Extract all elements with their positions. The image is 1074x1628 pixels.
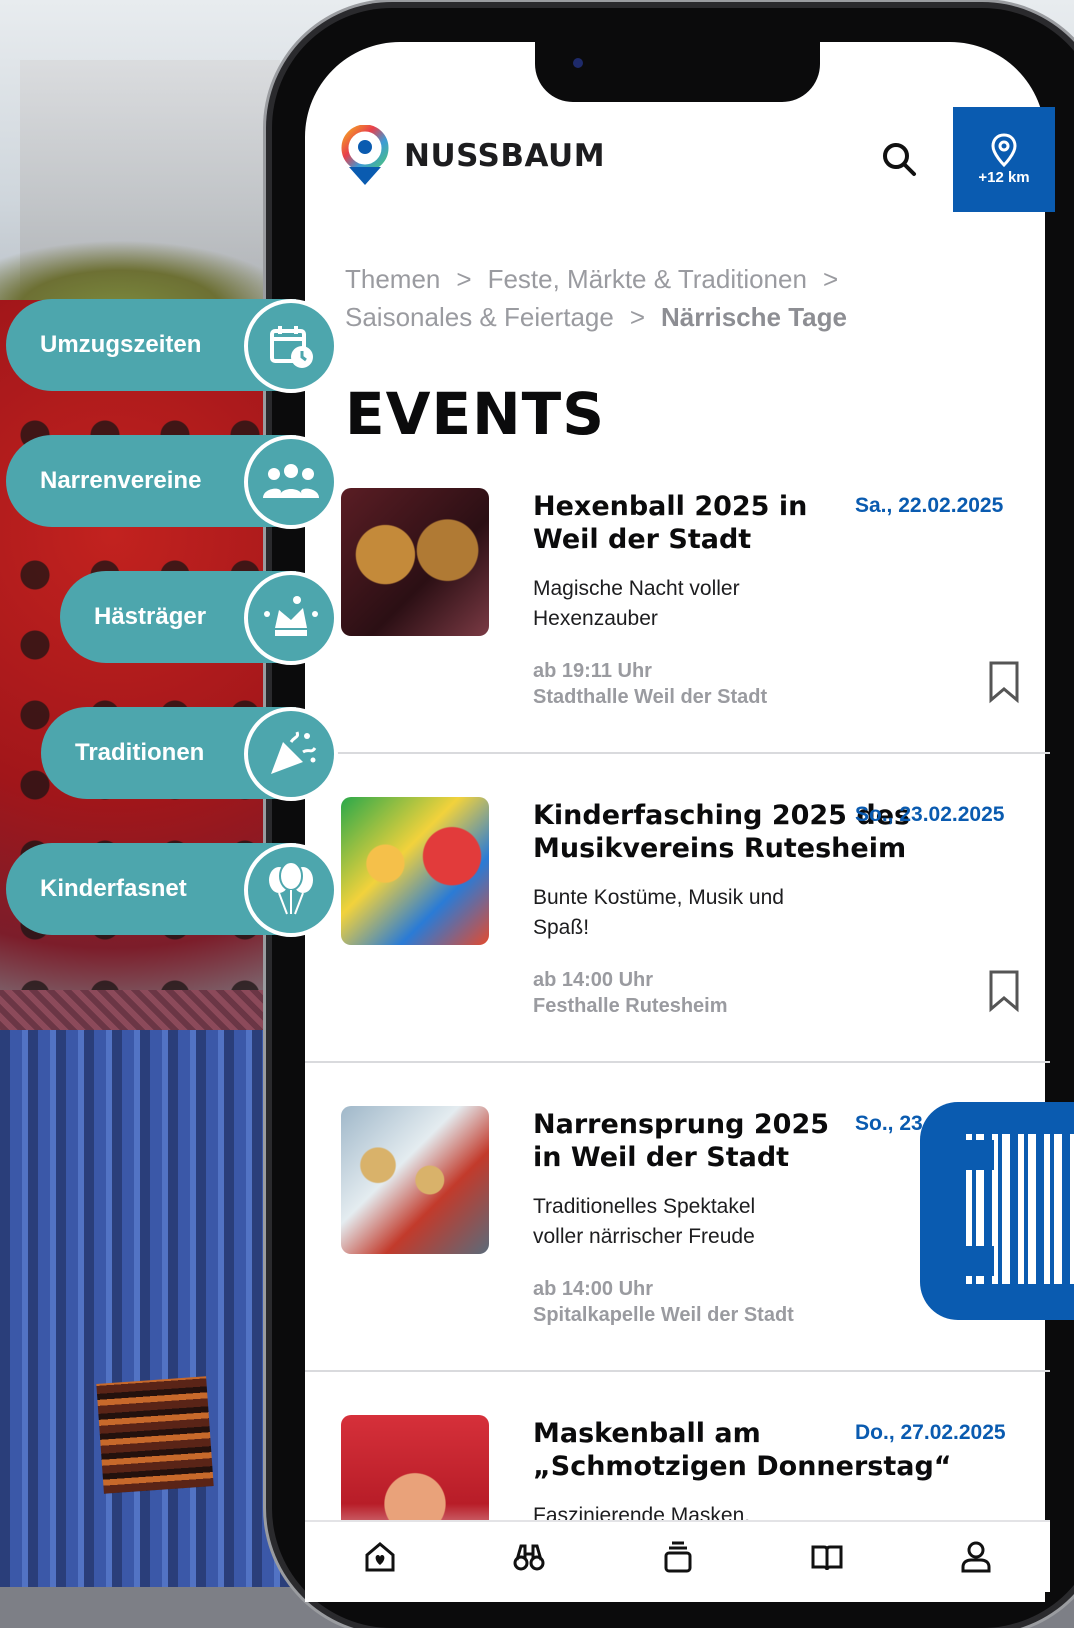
divider — [305, 1370, 1050, 1372]
divider — [305, 1061, 1050, 1063]
phone-notch — [535, 40, 820, 102]
event-date: Do., 27.02.2025 — [855, 1421, 1006, 1444]
breadcrumb-link-saisonales[interactable]: Saisonales & Feiertage — [345, 302, 614, 332]
brand-logo[interactable]: NUSSBAUM — [340, 124, 606, 187]
map-pin-icon — [991, 133, 1017, 167]
event-card[interactable]: Maskenball am „Schmotzigen Donnerstag“ D… — [305, 1415, 1050, 1520]
event-thumbnail[interactable] — [341, 1106, 489, 1254]
divider — [305, 752, 1050, 754]
book-icon — [811, 1545, 842, 1571]
location-radius-button[interactable]: +12 km — [953, 107, 1055, 212]
side-menu-label: Narrenvereine — [40, 467, 202, 494]
nav-home[interactable] — [360, 1537, 400, 1577]
stack-icon — [664, 1541, 691, 1573]
search-button[interactable] — [880, 140, 920, 180]
breadcrumb-link-themen[interactable]: Themen — [345, 264, 440, 294]
event-description: Magische Nacht voller Hexenzauber — [533, 577, 740, 630]
side-menu-label: Hästräger — [94, 603, 207, 630]
event-thumbnail[interactable] — [341, 797, 489, 945]
breadcrumb-separator: > — [822, 264, 839, 294]
brand-name: NUSSBAUM — [404, 138, 606, 174]
event-venue: Spitalkapelle Weil der Stadt — [533, 1304, 794, 1326]
breadcrumb-current: Närrische Tage — [661, 302, 847, 332]
event-card[interactable]: Hexenball 2025 in Weil der Stadt Sa., 22… — [305, 488, 1050, 738]
event-description: Bunte Kostüme, Musik und Spaß! — [533, 886, 784, 939]
nav-discover[interactable] — [509, 1537, 549, 1577]
event-description: Faszinierende Masken, Tanz — [533, 1504, 751, 1520]
calendar-clock-icon[interactable] — [244, 299, 338, 393]
front-camera — [573, 58, 583, 68]
user-icon — [961, 1541, 990, 1573]
nav-profile[interactable] — [956, 1537, 996, 1577]
bottom-navigation — [305, 1520, 1050, 1592]
location-radius-label: +12 km — [978, 169, 1030, 186]
event-time: ab 19:11 Uhr — [533, 660, 652, 682]
nav-collections[interactable] — [658, 1537, 698, 1577]
balloons-icon[interactable] — [244, 843, 338, 937]
event-title[interactable]: Hexenball 2025 in Weil der Stadt — [533, 490, 863, 556]
event-date: Sa., 22.02.2025 — [855, 494, 1004, 517]
jester-hat-icon[interactable] — [244, 571, 338, 665]
side-menu-label: Traditionen — [75, 739, 205, 766]
event-card[interactable]: Kinderfasching 2025 des Musikvereins Rut… — [305, 797, 1050, 1047]
event-thumbnail[interactable] — [341, 1415, 489, 1520]
group-icon[interactable] — [244, 435, 338, 529]
event-venue: Stadthalle Weil der Stadt — [533, 686, 768, 708]
home-heart-icon — [365, 1542, 394, 1572]
bookmark-icon[interactable] — [987, 969, 1021, 1013]
event-time: ab 14:00 Uhr — [533, 969, 654, 991]
event-description: Traditionelles Spektakel voller närrisch… — [533, 1195, 756, 1248]
breadcrumb: Themen > Feste, Märkte & Traditionen > Saiso… — [345, 260, 985, 336]
event-date: So., 23 — [855, 1112, 923, 1135]
event-time: ab 14:00 Uhr — [533, 1278, 654, 1300]
bookmark-icon[interactable] — [987, 660, 1021, 704]
qr-code-panel[interactable] — [920, 1102, 1074, 1320]
search-icon — [883, 143, 916, 176]
breadcrumb-separator: > — [456, 264, 472, 294]
breadcrumb-separator: > — [629, 302, 646, 332]
page-title: EVENTS — [345, 380, 606, 448]
party-popper-icon[interactable] — [244, 707, 338, 801]
event-thumbnail[interactable] — [341, 488, 489, 636]
side-menu-label: Kinderfasnet — [40, 875, 187, 902]
qr-code — [958, 1134, 1074, 1284]
breadcrumb-link-feste[interactable]: Feste, Märkte & Traditionen — [488, 264, 807, 294]
event-title[interactable]: Narrensprung 2025 in Weil der Stadt — [533, 1108, 863, 1174]
binoculars-icon — [513, 1544, 544, 1571]
nav-magazine[interactable] — [807, 1537, 847, 1577]
logo-pin-icon — [340, 124, 390, 187]
side-menu-label: Umzugszeiten — [40, 331, 202, 358]
event-date: So., 23.02.2025 — [855, 803, 1005, 826]
event-venue: Festhalle Rutesheim — [533, 995, 728, 1017]
